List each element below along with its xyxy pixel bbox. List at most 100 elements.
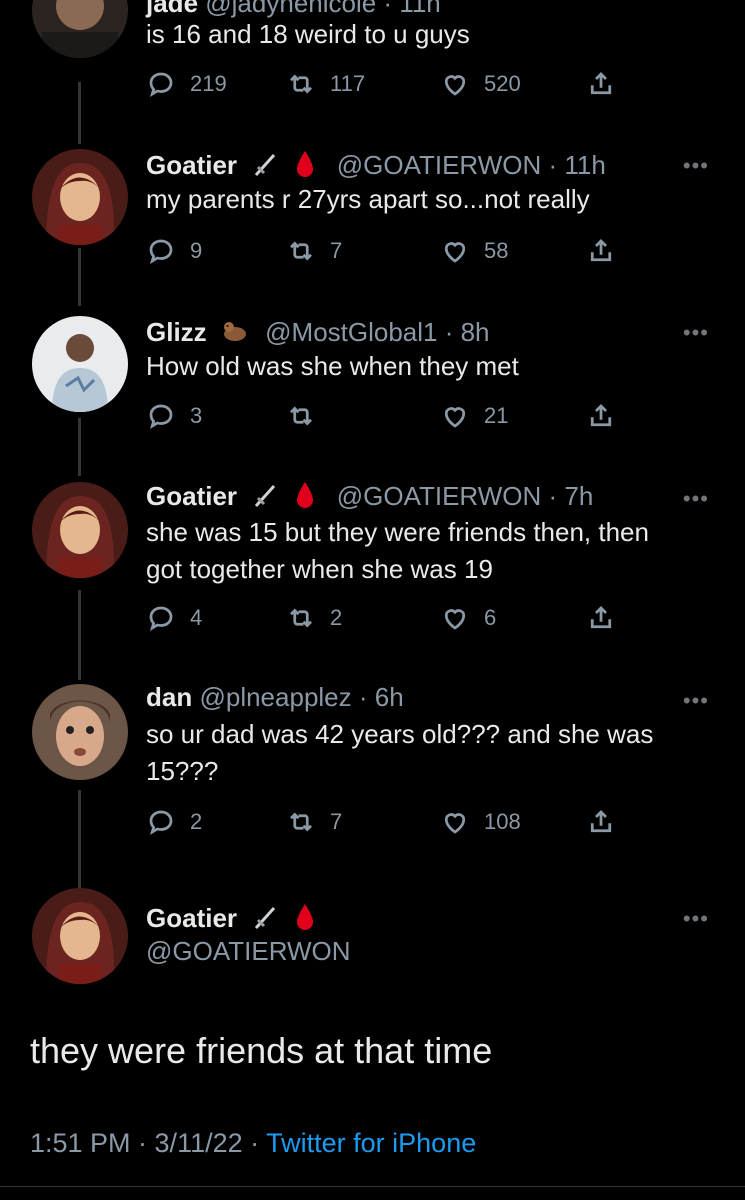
avatar[interactable]: [32, 482, 128, 578]
reply-count: 4: [190, 605, 203, 630]
tweet-text: my parents r 27yrs apart so...not really: [146, 184, 590, 214]
share-button[interactable]: [586, 64, 616, 104]
share-icon: [590, 404, 612, 427]
like-button[interactable]: 58: [440, 231, 508, 271]
like-count: 58: [484, 238, 509, 263]
display-name[interactable]: Goatier: [146, 481, 237, 511]
retweet-button[interactable]: 117: [286, 64, 365, 104]
tweet[interactable]: Glizz @MostGlobal1 · 8h ••• How old was …: [0, 312, 745, 437]
display-name[interactable]: Goatier: [146, 903, 237, 933]
retweet-count: 117: [330, 71, 366, 96]
more-options-button[interactable]: •••: [683, 320, 709, 346]
avatar[interactable]: [32, 684, 128, 780]
like-count: 108: [484, 809, 521, 834]
tweet-actions: 219 117 520: [146, 64, 626, 104]
reply-count: 219: [190, 71, 227, 96]
reply-button[interactable]: 4: [146, 598, 202, 638]
share-button[interactable]: [586, 396, 616, 436]
dagger-icon: [250, 480, 280, 516]
reply-icon: [149, 239, 173, 264]
more-options-button[interactable]: •••: [683, 153, 709, 179]
share-icon: [590, 606, 612, 629]
tweet-actions: 4 2 6: [146, 598, 626, 638]
source-link[interactable]: Twitter for iPhone: [266, 1128, 476, 1158]
avatar[interactable]: [32, 888, 128, 984]
dagger-icon: [250, 902, 280, 938]
reply-count: 3: [190, 403, 203, 428]
reply-icon: [149, 72, 173, 97]
share-icon: [590, 810, 612, 833]
tweet-timestamp: 1:51 PM · 3/11/22 · Twitter for iPhone: [30, 1128, 476, 1159]
retweet-button[interactable]: [286, 396, 330, 436]
like-count: 6: [484, 605, 497, 630]
tweet-text: so ur dad was 42 years old??? and she wa…: [146, 719, 654, 786]
like-button[interactable]: 21: [440, 396, 508, 436]
reply-button[interactable]: 219: [146, 64, 227, 104]
dagger-icon: [250, 149, 280, 185]
tweet[interactable]: jade @jadynenicole · 11h is 16 and 18 we…: [0, 0, 745, 108]
share-button[interactable]: [586, 231, 616, 271]
avatar[interactable]: [32, 316, 128, 412]
reply-icon: [149, 810, 173, 835]
share-button[interactable]: [586, 802, 616, 842]
more-options-button[interactable]: •••: [683, 486, 709, 512]
heart-icon: [444, 813, 466, 834]
tweet[interactable]: Goatier @GOATIERWON · 11h ••• my parents…: [0, 145, 745, 270]
tweet-text: How old was she when they met: [146, 351, 519, 381]
tweet-actions: 2 7 108: [146, 802, 626, 842]
like-button[interactable]: 108: [440, 802, 521, 842]
display-name[interactable]: Glizz: [146, 317, 207, 347]
share-button[interactable]: [586, 598, 616, 638]
handle[interactable]: @GOATIERWON: [146, 936, 351, 966]
like-count: 520: [484, 71, 521, 96]
handle[interactable]: @GOATIERWON · 11h: [337, 150, 606, 180]
main-tweet-text: they were friends at that time: [30, 1030, 493, 1071]
retweet-icon: [290, 608, 312, 628]
reply-button[interactable]: 3: [146, 396, 202, 436]
reply-icon: [149, 404, 173, 429]
avatar[interactable]: [32, 0, 128, 58]
heart-icon: [444, 609, 466, 630]
retweet-button[interactable]: 7: [286, 231, 342, 271]
tweet-text: is 16 and 18 weird to u guys: [146, 19, 470, 49]
retweet-count: 7: [330, 809, 343, 834]
like-count: 21: [484, 403, 509, 428]
retweet-icon: [290, 241, 312, 261]
reply-count: 2: [190, 809, 203, 834]
more-options-button[interactable]: •••: [683, 688, 709, 714]
like-button[interactable]: 520: [440, 64, 521, 104]
otter-icon: [220, 316, 250, 352]
display-name[interactable]: Goatier: [146, 150, 237, 180]
tweet-text: she was 15 but they were friends then, t…: [146, 517, 649, 584]
reply-button[interactable]: 9: [146, 231, 202, 271]
more-options-button[interactable]: •••: [683, 906, 709, 932]
timestamp: 1:51 PM · 3/11/22 ·: [30, 1128, 267, 1158]
heart-icon: [444, 242, 466, 263]
retweet-count: 2: [330, 605, 343, 630]
handle[interactable]: @GOATIERWON · 7h: [337, 481, 594, 511]
retweet-button[interactable]: 7: [286, 802, 342, 842]
share-icon: [590, 239, 612, 262]
tweet[interactable]: dan @plneapplez · 6h ••• so ur dad was 4…: [0, 680, 745, 850]
avatar[interactable]: [32, 149, 128, 245]
retweet-icon: [290, 74, 312, 94]
share-icon: [590, 72, 612, 95]
handle[interactable]: @plneapplez · 6h: [199, 682, 403, 712]
retweet-count: 7: [330, 238, 343, 263]
drop-icon: [294, 149, 316, 185]
heart-icon: [444, 75, 466, 96]
reply-icon: [149, 606, 173, 631]
drop-icon: [294, 480, 316, 516]
like-button[interactable]: 6: [440, 598, 496, 638]
retweet-button[interactable]: 2: [286, 598, 342, 638]
heart-icon: [444, 407, 466, 428]
tweet-actions: 9 7 58: [146, 231, 626, 271]
tweet[interactable]: Goatier @GOATIERWON · 7h ••• she was 15 …: [0, 478, 745, 648]
handle[interactable]: @MostGlobal1 · 8h: [265, 317, 489, 347]
reply-button[interactable]: 2: [146, 802, 202, 842]
reply-count: 9: [190, 238, 203, 263]
tweet-actions: 3 21: [146, 396, 626, 436]
retweet-icon: [290, 812, 312, 832]
retweet-icon: [290, 406, 312, 426]
display-name[interactable]: dan: [146, 682, 192, 712]
